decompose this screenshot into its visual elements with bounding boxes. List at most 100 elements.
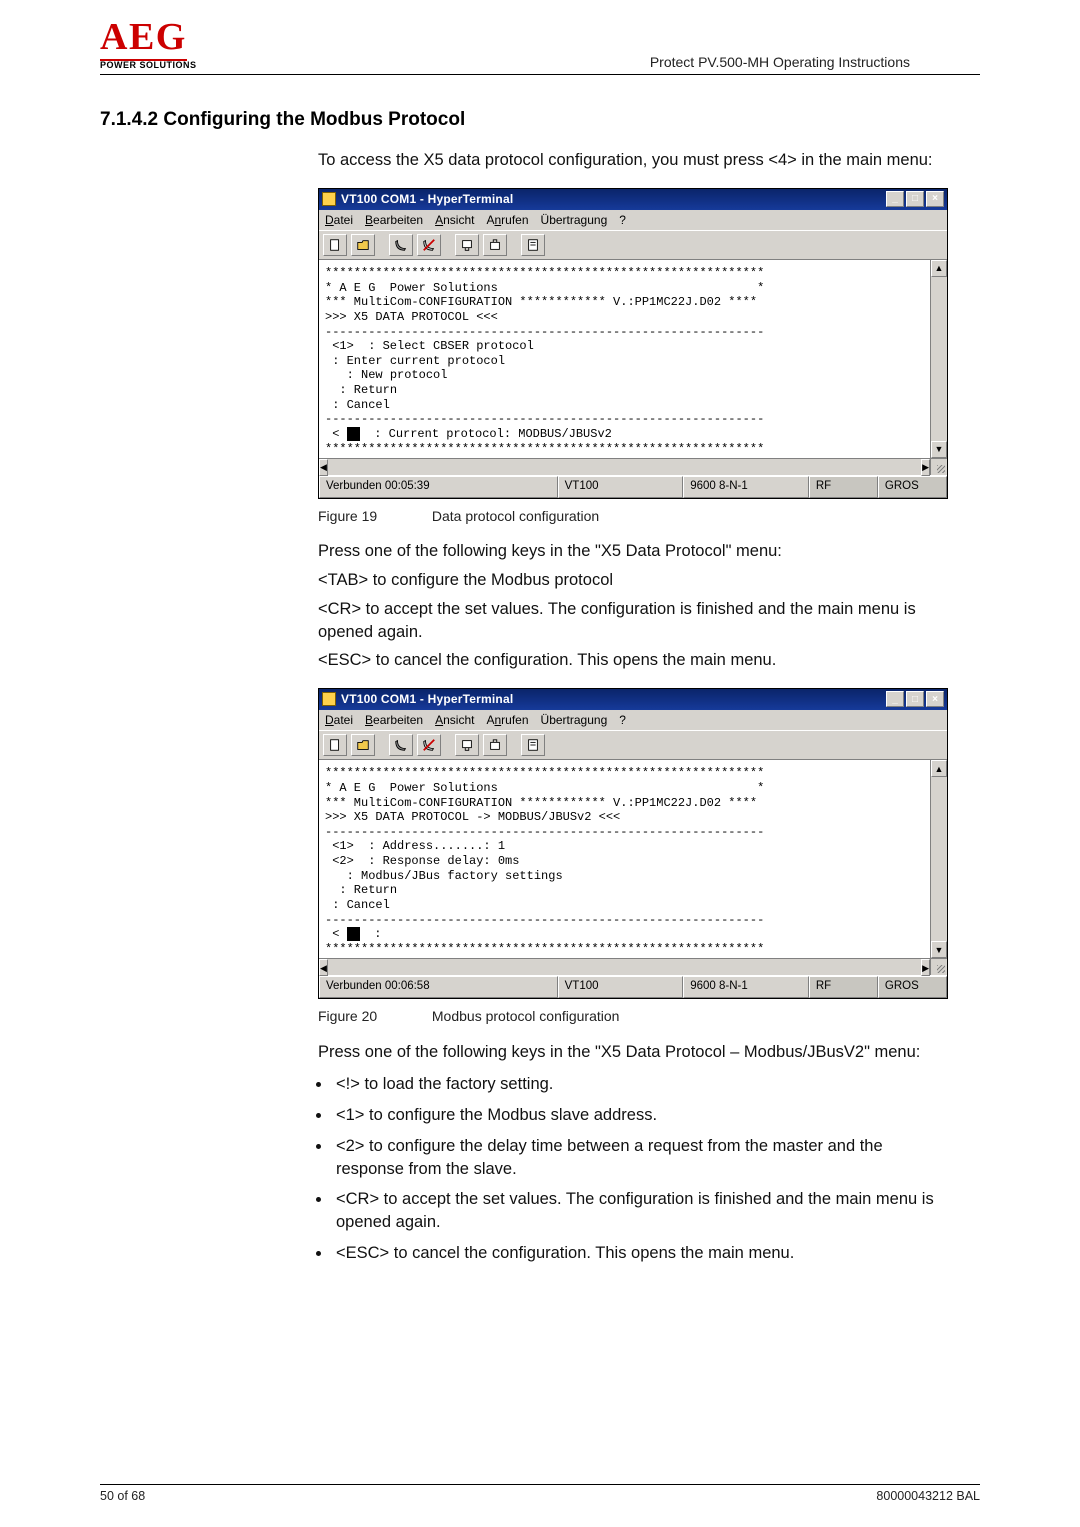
page-header: AEG POWER SOLUTIONS Protect PV.500-MH Op… <box>100 20 980 70</box>
minimize-button[interactable]: _ <box>886 191 904 207</box>
send-icon[interactable] <box>455 234 479 256</box>
app-icon <box>322 192 336 206</box>
scroll-left-icon[interactable]: ◀ <box>319 459 328 476</box>
menu-file[interactable]: Datei <box>325 712 353 729</box>
footer-rule <box>100 1484 980 1485</box>
close-button[interactable]: × <box>926 191 944 207</box>
menu-help[interactable]: ? <box>619 712 626 729</box>
receive-icon[interactable] <box>483 734 507 756</box>
terminal-output: ****************************************… <box>319 260 930 458</box>
menubar: Datei Bearbeiten Ansicht Anrufen Übertra… <box>319 210 947 231</box>
menu-transfer[interactable]: Übertragung <box>541 212 608 229</box>
figure-19: VT100 COM1 - HyperTerminal _ □ × Datei B… <box>318 188 948 526</box>
maximize-button[interactable]: □ <box>906 191 924 207</box>
after2-p1: Press one of the following keys in the "… <box>318 1041 948 1064</box>
open-icon[interactable] <box>351 234 375 256</box>
doc-id: 80000043212 BAL <box>876 1489 980 1503</box>
status-connection: Verbunden 00:05:39 <box>319 476 558 498</box>
properties-icon[interactable] <box>521 234 545 256</box>
hyperterminal-window-1: VT100 COM1 - HyperTerminal _ □ × Datei B… <box>318 188 948 499</box>
figure-text: Data protocol configuration <box>432 508 599 524</box>
send-icon[interactable] <box>455 734 479 756</box>
receive-icon[interactable] <box>483 234 507 256</box>
new-icon[interactable] <box>323 234 347 256</box>
menu-help[interactable]: ? <box>619 212 626 229</box>
list-item: <2> to configure the delay time between … <box>332 1135 948 1181</box>
after1-p3: <CR> to accept the set values. The confi… <box>318 598 948 644</box>
intro-text: To access the X5 data protocol configura… <box>318 149 948 172</box>
figure-19-caption: Figure 19 Data protocol configuration <box>318 507 948 526</box>
status-rf: RF <box>809 976 878 998</box>
window-title: VT100 COM1 - HyperTerminal <box>341 691 886 708</box>
menu-file[interactable]: Datei <box>325 212 353 229</box>
properties-icon[interactable] <box>521 734 545 756</box>
header-rule <box>100 74 980 75</box>
scroll-left-icon[interactable]: ◀ <box>319 959 328 976</box>
titlebar: VT100 COM1 - HyperTerminal _ □ × <box>319 189 947 210</box>
toolbar <box>319 230 947 260</box>
window-title: VT100 COM1 - HyperTerminal <box>341 191 886 208</box>
content-column: To access the X5 data protocol configura… <box>318 149 948 1265</box>
call-icon[interactable] <box>389 234 413 256</box>
figure-number: Figure 19 <box>318 507 428 526</box>
key-list: <!> to load the factory setting. <1> to … <box>332 1073 948 1264</box>
after1-p1: Press one of the following keys in the "… <box>318 540 948 563</box>
list-item: <CR> to accept the set values. The confi… <box>332 1188 948 1234</box>
hyperterminal-window-2: VT100 COM1 - HyperTerminal _ □ × Datei B… <box>318 688 948 999</box>
scroll-right-icon[interactable]: ▶ <box>921 959 930 976</box>
resize-grip[interactable] <box>930 958 947 975</box>
horizontal-scrollbar[interactable]: ◀ ▶ <box>319 458 930 475</box>
page-footer: 50 of 68 80000043212 BAL <box>100 1484 980 1503</box>
figure-text: Modbus protocol configuration <box>432 1008 620 1024</box>
page-number: 50 of 68 <box>100 1489 145 1503</box>
statusbar: Verbunden 00:06:58 VT100 9600 8-N-1 RF G… <box>319 975 947 998</box>
doc-title: Protect PV.500-MH Operating Instructions <box>230 54 980 70</box>
after1-p4: <ESC> to cancel the configuration. This … <box>318 649 948 672</box>
menu-edit[interactable]: Bearbeiten <box>365 712 423 729</box>
menu-edit[interactable]: Bearbeiten <box>365 212 423 229</box>
figure-20: VT100 COM1 - HyperTerminal _ □ × Datei B… <box>318 688 948 1026</box>
page: AEG POWER SOLUTIONS Protect PV.500-MH Op… <box>0 0 1080 1527</box>
vertical-scrollbar[interactable]: ▲ ▼ <box>930 760 947 958</box>
toolbar <box>319 730 947 760</box>
status-emulation: VT100 <box>558 976 684 998</box>
figure-20-caption: Figure 20 Modbus protocol configuration <box>318 1007 948 1026</box>
open-icon[interactable] <box>351 734 375 756</box>
logo-subtitle: POWER SOLUTIONS <box>100 60 230 70</box>
list-item: <1> to configure the Modbus slave addres… <box>332 1104 948 1127</box>
menu-call[interactable]: Anrufen <box>486 212 528 229</box>
status-gros: GROS <box>878 976 947 998</box>
scroll-right-icon[interactable]: ▶ <box>921 459 930 476</box>
status-connection: Verbunden 00:06:58 <box>319 976 558 998</box>
minimize-button[interactable]: _ <box>886 691 904 707</box>
new-icon[interactable] <box>323 734 347 756</box>
scroll-down-icon[interactable]: ▼ <box>931 941 947 958</box>
menu-view[interactable]: Ansicht <box>435 712 474 729</box>
disconnect-icon[interactable] <box>417 734 441 756</box>
section-heading: 7.1.4.2 Configuring the Modbus Protocol <box>100 109 980 131</box>
scroll-up-icon[interactable]: ▲ <box>931 260 947 277</box>
menu-call[interactable]: Anrufen <box>486 712 528 729</box>
list-item: <ESC> to cancel the configuration. This … <box>332 1242 948 1265</box>
disconnect-icon[interactable] <box>417 234 441 256</box>
figure-number: Figure 20 <box>318 1007 428 1026</box>
maximize-button[interactable]: □ <box>906 691 924 707</box>
menu-transfer[interactable]: Übertragung <box>541 712 608 729</box>
terminal-output: ****************************************… <box>319 760 930 958</box>
horizontal-scrollbar[interactable]: ◀ ▶ <box>319 958 930 975</box>
app-icon <box>322 692 336 706</box>
close-button[interactable]: × <box>926 691 944 707</box>
scroll-down-icon[interactable]: ▼ <box>931 441 947 458</box>
status-baud: 9600 8-N-1 <box>683 976 809 998</box>
call-icon[interactable] <box>389 734 413 756</box>
scroll-up-icon[interactable]: ▲ <box>931 760 947 777</box>
titlebar: VT100 COM1 - HyperTerminal _ □ × <box>319 689 947 710</box>
resize-grip[interactable] <box>930 458 947 475</box>
vertical-scrollbar[interactable]: ▲ ▼ <box>930 260 947 458</box>
list-item: <!> to load the factory setting. <box>332 1073 948 1096</box>
status-baud: 9600 8-N-1 <box>683 476 809 498</box>
menu-view[interactable]: Ansicht <box>435 212 474 229</box>
status-rf: RF <box>809 476 878 498</box>
statusbar: Verbunden 00:05:39 VT100 9600 8-N-1 RF G… <box>319 475 947 498</box>
logo: AEG POWER SOLUTIONS <box>100 20 230 70</box>
